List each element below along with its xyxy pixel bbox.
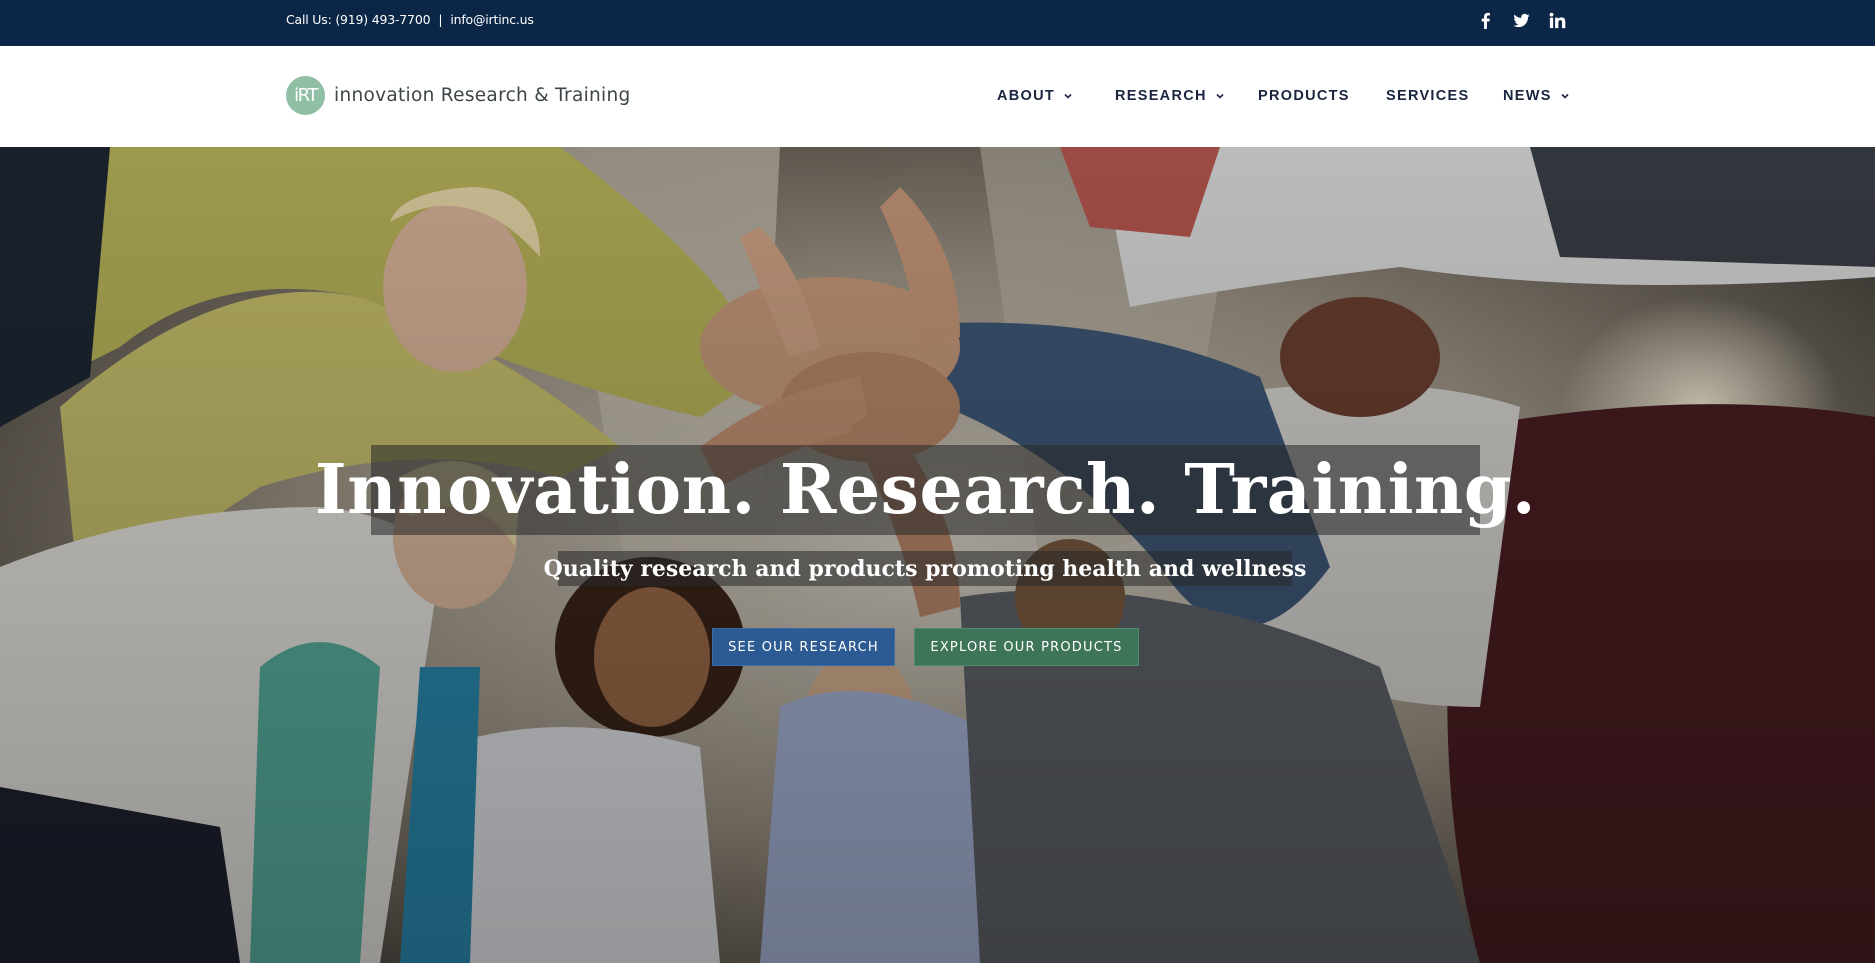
nav-item-services[interactable]: SERVICES (1386, 86, 1469, 106)
explore-our-products-button[interactable]: EXPLORE OUR PRODUCTS (914, 628, 1139, 666)
linkedin-icon[interactable] (1548, 11, 1567, 30)
hero-title-box: Innovation. Research. Training. (315, 445, 1536, 535)
nav-item-label: ABOUT (997, 88, 1056, 104)
see-our-research-button[interactable]: SEE OUR RESEARCH (712, 628, 895, 666)
chevron-down-icon (1215, 91, 1225, 101)
nav-item-research[interactable]: RESEARCH (1115, 86, 1225, 106)
nav-item-products[interactable]: PRODUCTS (1258, 86, 1350, 106)
nav-item-label: RESEARCH (1115, 88, 1207, 104)
hero-subtitle: Quality research and products promoting … (543, 555, 1307, 582)
email-link[interactable]: info@irtinc.us (450, 12, 534, 27)
facebook-icon[interactable] (1476, 11, 1495, 30)
phone-text[interactable]: Call Us: (919) 493-7700 (286, 12, 431, 27)
nav-item-about[interactable]: ABOUT (997, 86, 1073, 106)
contact-separator: | (438, 12, 443, 27)
twitter-icon[interactable] (1512, 11, 1531, 30)
hero-section: Innovation. Research. Training. Quality … (0, 147, 1875, 963)
chevron-down-icon (1560, 91, 1570, 101)
main-nav: ABOUT RESEARCH PRODUCTS SERVICES NEWS (0, 46, 1875, 147)
chevron-down-icon (1063, 91, 1073, 101)
site-header: iRT innovation Research & Training ABOUT… (0, 46, 1875, 147)
contact-info: Call Us: (919) 493-7700 | info@irtinc.us (286, 0, 534, 40)
nav-item-label: SERVICES (1386, 88, 1470, 104)
nav-item-label: NEWS (1503, 88, 1552, 104)
top-bar: Call Us: (919) 493-7700 | info@irtinc.us (0, 0, 1875, 46)
social-links (1476, 11, 1567, 30)
hero-title: Innovation. Research. Training. (314, 450, 1537, 530)
hero-subtitle-box: Quality research and products promoting … (544, 551, 1306, 586)
nav-item-label: PRODUCTS (1258, 88, 1350, 104)
nav-item-news[interactable]: NEWS (1503, 86, 1570, 106)
